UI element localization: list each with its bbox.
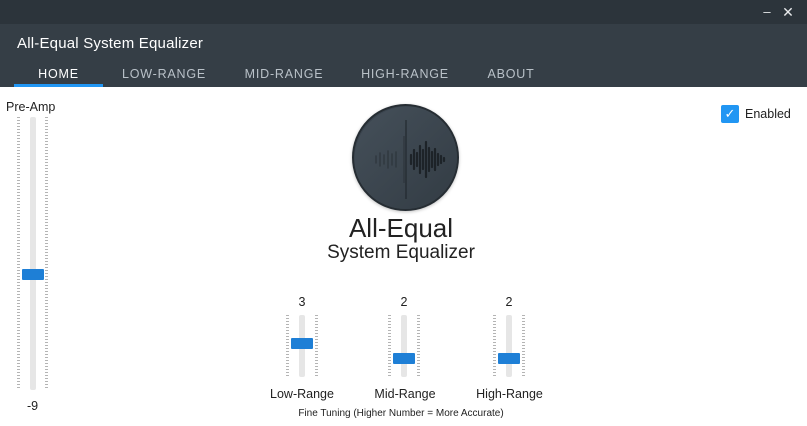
tab-low-range[interactable]: LOW-RANGE: [114, 66, 214, 87]
slider-ticks: [45, 117, 48, 390]
low-range-value: 3: [298, 295, 306, 309]
equalizer-window: – ✕ All-Equal System Equalizer HOME LOW-…: [0, 0, 807, 426]
mid-range-label: Mid-Range: [374, 387, 436, 401]
slider-track: [401, 315, 407, 377]
mid-range-slider[interactable]: [388, 315, 420, 377]
preamp-slider-thumb[interactable]: [21, 269, 44, 280]
enabled-checkbox[interactable]: ✓: [721, 105, 739, 123]
slider-ticks: [388, 315, 391, 377]
preamp-slider[interactable]: [17, 117, 48, 390]
logo-title: All-Equal: [348, 213, 454, 243]
slider-ticks: [522, 315, 525, 377]
tab-bar: HOME LOW-RANGE MID-RANGE HIGH-RANGE ABOU…: [0, 66, 807, 87]
slider-track: [506, 315, 512, 377]
checkmark-icon: ✓: [724, 106, 736, 121]
app-header: All-Equal System Equalizer HOME LOW-RANG…: [0, 24, 807, 87]
tab-high-range[interactable]: HIGH-RANGE: [354, 66, 456, 87]
high-range-slider-thumb[interactable]: [498, 353, 520, 364]
low-range-slider-thumb[interactable]: [291, 338, 313, 349]
preamp-label: Pre-Amp: [6, 100, 56, 114]
minimize-button[interactable]: –: [757, 2, 777, 22]
high-range-slider[interactable]: [493, 315, 525, 377]
enabled-label[interactable]: Enabled: [745, 107, 791, 121]
tab-home[interactable]: HOME: [14, 66, 103, 87]
sound-wave-graphic: [354, 106, 457, 209]
sound-wave-icon: [352, 104, 459, 211]
mid-range-value: 2: [400, 295, 408, 309]
close-button[interactable]: ✕: [778, 2, 798, 22]
mid-range-slider-thumb[interactable]: [393, 353, 415, 364]
slider-ticks: [493, 315, 496, 377]
slider-ticks: [315, 315, 318, 377]
app-title: All-Equal System Equalizer: [17, 35, 204, 52]
slider-ticks: [286, 315, 289, 377]
logo-subtitle: System Equalizer: [327, 242, 475, 263]
high-range-value: 2: [505, 295, 513, 309]
low-range-label: Low-Range: [270, 387, 334, 401]
low-range-slider[interactable]: [286, 315, 318, 377]
preamp-value: -9: [27, 399, 39, 413]
fine-tuning-caption: Fine Tuning (Higher Number = More Accura…: [298, 408, 504, 419]
high-range-label: High-Range: [476, 387, 543, 401]
home-panel: Pre-Amp -9 All-Equal System Equalizer ✓ …: [0, 87, 807, 426]
tab-mid-range[interactable]: MID-RANGE: [236, 66, 332, 87]
slider-ticks: [17, 117, 20, 390]
slider-track: [29, 117, 36, 390]
slider-ticks: [417, 315, 420, 377]
window-titlebar: – ✕: [0, 0, 807, 24]
tab-about[interactable]: ABOUT: [477, 66, 545, 87]
